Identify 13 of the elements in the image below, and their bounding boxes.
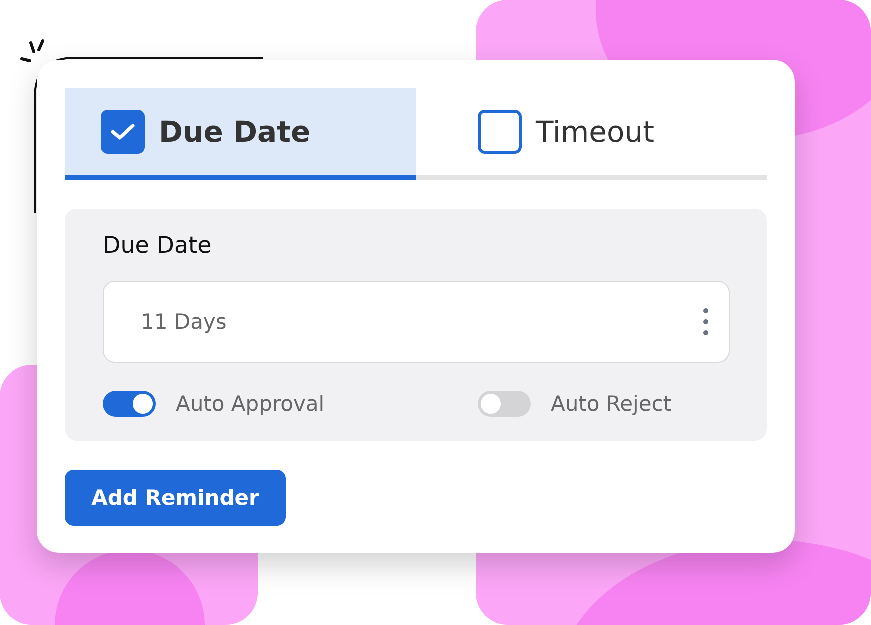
toggle-label: Auto Approval [176, 392, 325, 416]
input-field[interactable]: 11 Days [103, 281, 730, 363]
field-label: Due Date [103, 233, 213, 259]
toggle-switch[interactable] [478, 391, 531, 417]
tab[interactable]: Due Date [65, 88, 416, 180]
toggle-label: Auto Reject [551, 392, 672, 416]
tab[interactable]: Timeout [416, 88, 767, 180]
toggle-switch[interactable] [103, 391, 156, 417]
add-reminder-button[interactable]: Add Reminder [65, 470, 286, 526]
checkbox[interactable] [478, 110, 522, 154]
check-icon [110, 122, 136, 142]
more-icon[interactable] [703, 308, 709, 336]
checkbox[interactable] [101, 110, 145, 154]
